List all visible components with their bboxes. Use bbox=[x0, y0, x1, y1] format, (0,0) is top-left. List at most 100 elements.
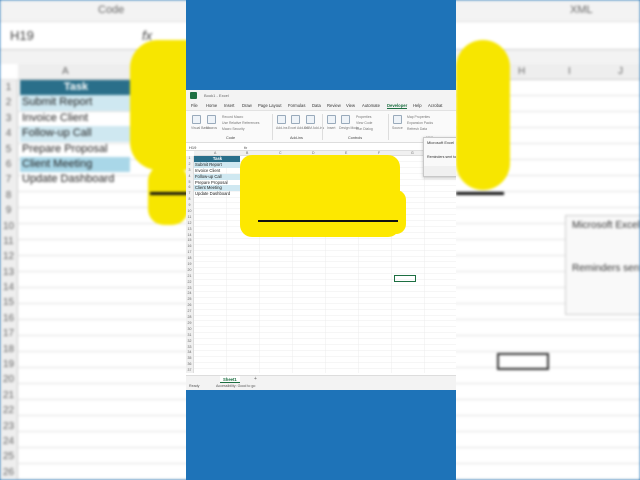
bg-row-header: 10 bbox=[2, 220, 15, 232]
name-box[interactable]: H19 bbox=[189, 145, 196, 150]
bg-ribbon-xml: XML bbox=[570, 4, 593, 16]
black-underline bbox=[258, 220, 398, 222]
bg-ribbon-code: Code bbox=[98, 4, 125, 16]
add-ins-icon[interactable] bbox=[277, 115, 286, 124]
bg-col-j: J bbox=[618, 66, 623, 77]
group-controls: Controls bbox=[348, 136, 363, 140]
bg-yellow-highlight bbox=[456, 40, 510, 190]
menu-file[interactable]: File bbox=[191, 103, 198, 108]
visual-basic-icon[interactable] bbox=[192, 115, 201, 124]
menu-review[interactable]: Review bbox=[327, 103, 341, 108]
menu-view[interactable]: View bbox=[346, 103, 355, 108]
insert-control-label: Insert bbox=[327, 126, 336, 130]
macro-security-button[interactable]: Macro Security bbox=[222, 127, 245, 131]
menu-acrobat[interactable]: Acrobat bbox=[428, 103, 442, 108]
bg-task-column: Task Submit Report Invoice Client Follow… bbox=[20, 80, 130, 188]
bg-row-header: 13 bbox=[2, 266, 15, 278]
accessibility-status[interactable]: Accessibility: Good to go bbox=[216, 384, 255, 388]
map-properties-button[interactable]: Map Properties bbox=[407, 115, 430, 119]
properties-button[interactable]: Properties bbox=[356, 115, 371, 119]
ribbon-separator bbox=[272, 114, 273, 140]
menu-page-layout[interactable]: Page Layout bbox=[258, 103, 282, 108]
task-cell[interactable]: Update Dashboard bbox=[194, 191, 240, 197]
bg-row-header: 12 bbox=[2, 251, 15, 263]
bg-row-header: 23 bbox=[2, 420, 15, 432]
bg-dialog-title: Microsoft Excel bbox=[572, 220, 640, 231]
bg-row-header: 24 bbox=[2, 435, 15, 447]
menu-bar: File Home Insert Draw Page Layout Formul… bbox=[186, 101, 456, 111]
macros-icon[interactable] bbox=[207, 115, 216, 124]
bg-col-a: A bbox=[62, 66, 69, 77]
bg-row-header: 21 bbox=[2, 389, 15, 401]
relative-references-button[interactable]: Use Relative References bbox=[222, 121, 260, 125]
menu-automate[interactable]: Automate bbox=[362, 103, 380, 108]
excel-add-ins-icon[interactable] bbox=[291, 115, 300, 124]
ribbon-developer: Visual Basic Macros Record Macro Use Rel… bbox=[186, 111, 456, 143]
bg-black-line bbox=[150, 192, 190, 195]
bg-row-header: 1 bbox=[5, 82, 12, 93]
source-label: Source bbox=[392, 126, 403, 130]
bg-row-header: 7 bbox=[5, 174, 12, 186]
tab-sheet1[interactable]: Sheet1 bbox=[220, 376, 240, 383]
bg-task-cell: Follow-up Call bbox=[20, 126, 130, 142]
row-header[interactable]: 37 bbox=[186, 368, 193, 374]
menu-help[interactable]: Help bbox=[413, 103, 422, 108]
expansion-packs-button[interactable]: Expansion Packs bbox=[407, 121, 433, 125]
bg-task-cell: Client Meeting bbox=[20, 156, 130, 173]
column-header[interactable]: G bbox=[411, 151, 414, 155]
design-mode-icon[interactable] bbox=[341, 115, 350, 124]
bg-row-header: 5 bbox=[5, 143, 12, 155]
bg-row-header: 3 bbox=[5, 112, 12, 124]
menu-draw[interactable]: Draw bbox=[242, 103, 252, 108]
bg-row-header: 19 bbox=[2, 359, 15, 371]
bg-row-header: 11 bbox=[3, 235, 14, 247]
bg-row-header: 18 bbox=[2, 343, 15, 355]
message-box: Microsoft Excel Reminders sent to bbox=[423, 137, 456, 177]
column-header[interactable]: A bbox=[214, 151, 216, 155]
group-code: Code bbox=[226, 136, 236, 140]
ribbon-separator bbox=[388, 114, 389, 140]
bg-task-header: Task bbox=[20, 80, 130, 96]
active-cell-h19[interactable] bbox=[394, 275, 416, 282]
bg-dialog: Microsoft Excel Reminders sent to bbox=[565, 215, 640, 315]
add-ins-label: Add-ins bbox=[276, 126, 288, 130]
bg-row-header: 25 bbox=[2, 451, 15, 463]
run-dialog-button[interactable]: Run Dialog bbox=[356, 127, 373, 131]
menu-developer[interactable]: Developer bbox=[387, 103, 408, 109]
record-macro-button[interactable]: Record Macro bbox=[222, 115, 243, 119]
excel-logo-icon bbox=[190, 92, 197, 99]
ribbon-separator bbox=[322, 114, 323, 140]
title-bar: Book1 - Excel bbox=[186, 90, 456, 101]
bg-row-header: 14 bbox=[2, 282, 15, 294]
menu-formulas[interactable]: Formulas bbox=[288, 103, 305, 108]
group-add-ins: Add-ins bbox=[290, 136, 303, 140]
bg-row-header: 2 bbox=[5, 97, 12, 109]
bg-task-cell: Invoice Client bbox=[22, 111, 89, 124]
menu-home[interactable]: Home bbox=[206, 103, 217, 108]
bg-row-header: 20 bbox=[2, 374, 15, 386]
menu-insert[interactable]: Insert bbox=[224, 103, 234, 108]
bg-row-header: 17 bbox=[2, 328, 15, 340]
macros-label: Macros bbox=[206, 126, 218, 130]
fx-icon[interactable]: fx bbox=[244, 145, 247, 150]
insert-control-icon[interactable] bbox=[327, 115, 336, 124]
bg-row-header: 22 bbox=[2, 405, 15, 417]
bg-col-h: H bbox=[518, 66, 526, 77]
row-headers: 1 2 3 4 5 6 7 8 9 10 11 12 13 14 15 16 1… bbox=[186, 156, 194, 373]
message-box-text: Reminders sent to bbox=[427, 155, 456, 159]
add-sheet-button[interactable]: + bbox=[254, 376, 257, 383]
bg-yellow-highlight bbox=[148, 165, 188, 225]
source-icon[interactable] bbox=[393, 115, 402, 124]
bg-row-header: 9 bbox=[5, 205, 12, 217]
com-add-ins-icon[interactable] bbox=[306, 115, 315, 124]
bg-selected-cell bbox=[497, 353, 549, 370]
bg-row-header: 6 bbox=[5, 158, 12, 170]
window-title: Book1 - Excel bbox=[204, 93, 229, 98]
view-code-button[interactable]: View Code bbox=[356, 121, 372, 125]
video-frame: Book1 - Excel File Home Insert Draw Page… bbox=[186, 0, 456, 480]
menu-data[interactable]: Data bbox=[312, 103, 321, 108]
status-ready: Ready bbox=[189, 384, 200, 388]
refresh-data-button[interactable]: Refresh Data bbox=[407, 127, 427, 131]
task-table: Task Submit Report Invoice Client Follow… bbox=[194, 156, 240, 197]
formula-bar: H19 fx bbox=[186, 143, 456, 151]
